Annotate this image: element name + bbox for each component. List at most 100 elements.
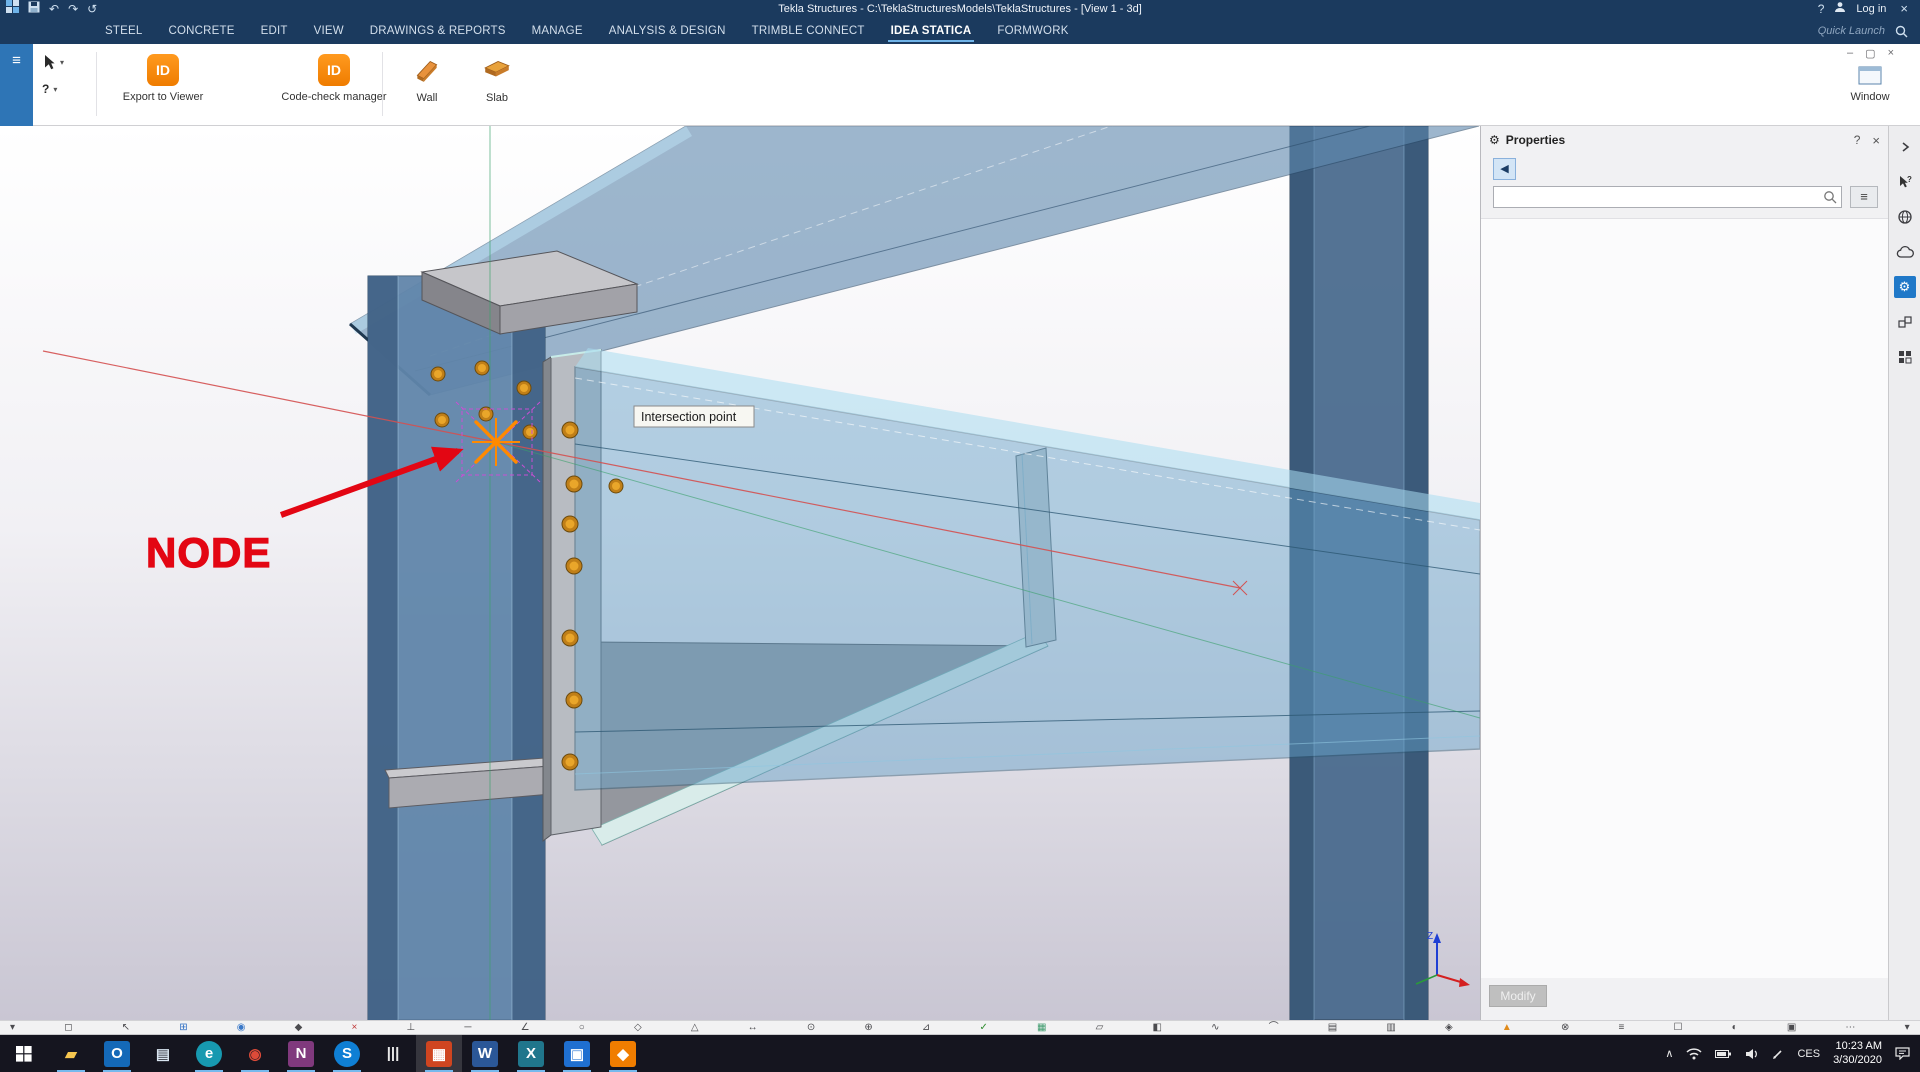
lock-icon[interactable]: ▣: [1787, 1021, 1796, 1034]
search-icon[interactable]: [1895, 25, 1908, 38]
hatch-icon[interactable]: ▤: [1328, 1021, 1337, 1034]
snap-circle-icon[interactable]: ○: [579, 1021, 585, 1034]
search-icon[interactable]: [1823, 190, 1837, 204]
start-button[interactable]: [0, 1035, 48, 1072]
smart-select-icon[interactable]: ✓: [979, 1021, 987, 1034]
dots-icon[interactable]: ⋯: [1845, 1021, 1855, 1034]
component-icon[interactable]: ◈: [1445, 1021, 1453, 1034]
properties-close-icon[interactable]: ×: [1866, 133, 1880, 148]
properties-help-icon[interactable]: ?: [1854, 133, 1861, 147]
wifi-icon[interactable]: [1686, 1047, 1702, 1060]
signal-tool[interactable]: |||: [370, 1035, 416, 1072]
weld-icon[interactable]: ▲: [1502, 1021, 1512, 1034]
media-app[interactable]: ▣: [554, 1035, 600, 1072]
language-indicator[interactable]: CES: [1797, 1048, 1820, 1060]
login-button[interactable]: Log in: [1856, 3, 1886, 15]
checkbox-icon[interactable]: ☐: [1673, 1021, 1682, 1034]
window-button[interactable]: Window: [1838, 64, 1902, 103]
undo-icon[interactable]: ↶: [49, 0, 59, 18]
expand-pane-icon[interactable]: [1894, 136, 1916, 158]
snap-diamond-icon[interactable]: ◇: [634, 1021, 642, 1034]
contrast-icon[interactable]: ◐: [1732, 1021, 1738, 1034]
viewport-3d[interactable]: NODE Intersection point Z: [0, 126, 1480, 1020]
view-plane-icon[interactable]: ◧: [1152, 1021, 1161, 1034]
properties-search-field[interactable]: [1494, 187, 1817, 207]
minimize-view-icon[interactable]: –: [1847, 47, 1853, 60]
chrome-browser[interactable]: ◉: [232, 1035, 278, 1072]
history-icon[interactable]: ↺: [87, 0, 97, 18]
idea-statica[interactable]: ◆: [600, 1035, 646, 1072]
curve-icon[interactable]: ∿: [1211, 1021, 1219, 1034]
applications-icon[interactable]: [1894, 346, 1916, 368]
close-view-icon[interactable]: ×: [1888, 47, 1894, 60]
redo-icon[interactable]: ↷: [68, 0, 78, 18]
properties-back-button[interactable]: ◀: [1493, 158, 1516, 180]
outlook[interactable]: O: [94, 1035, 140, 1072]
pen-icon[interactable]: [1772, 1048, 1784, 1060]
edge-browser[interactable]: e: [186, 1035, 232, 1072]
snap-line-icon[interactable]: ─: [464, 1021, 471, 1034]
arc-icon[interactable]: ⌒: [1269, 1021, 1279, 1034]
slab-button[interactable]: Slab: [462, 52, 532, 104]
wall-button[interactable]: Wall: [392, 52, 462, 104]
snap-free-icon[interactable]: ⊕: [864, 1021, 872, 1034]
modify-button[interactable]: Modify: [1489, 985, 1547, 1007]
globe-icon[interactable]: [1894, 206, 1916, 228]
tab-analysis-design[interactable]: ANALYSIS & DESIGN: [596, 18, 739, 44]
action-center-icon[interactable]: [1895, 1047, 1910, 1060]
tab-idea-statica[interactable]: IDEA STATICA: [878, 18, 985, 44]
main-menu-button[interactable]: ≡: [0, 44, 33, 126]
floppy-app[interactable]: ▤: [140, 1035, 186, 1072]
tray-chevron-up-icon[interactable]: ∧: [1665, 1047, 1673, 1060]
help-tool-button[interactable]: ? ▾: [42, 82, 88, 96]
tab-manage[interactable]: MANAGE: [519, 18, 596, 44]
skype[interactable]: S: [324, 1035, 370, 1072]
ortho-toggle-icon[interactable]: ⊿: [922, 1021, 930, 1034]
volume-icon[interactable]: [1745, 1048, 1759, 1060]
tab-trimble-connect[interactable]: TRIMBLE CONNECT: [739, 18, 878, 44]
file-explorer[interactable]: ▰: [48, 1035, 94, 1072]
select-tool-button[interactable]: ▾: [42, 54, 88, 70]
help-icon[interactable]: ?: [1818, 0, 1825, 18]
context-help-icon[interactable]: ?: [1894, 171, 1916, 193]
node-marker[interactable]: [472, 418, 520, 466]
tekla-structures[interactable]: ▦: [416, 1035, 462, 1072]
cloud-icon[interactable]: [1894, 241, 1916, 263]
save-icon[interactable]: [28, 0, 40, 18]
close-window-icon[interactable]: ×: [1896, 0, 1912, 18]
battery-icon[interactable]: [1715, 1049, 1732, 1059]
grid-display-icon[interactable]: ▦: [1037, 1021, 1046, 1034]
word[interactable]: W: [462, 1035, 508, 1072]
tab-drawings-reports[interactable]: DRAWINGS & REPORTS: [357, 18, 519, 44]
snap-grid-icon[interactable]: ⊞: [179, 1021, 187, 1034]
tab-steel[interactable]: STEEL: [92, 18, 155, 44]
code-check-manager-button[interactable]: ID Code-check manager: [268, 52, 400, 103]
snap-points-icon[interactable]: ◉: [237, 1021, 246, 1034]
snap-midpoint-icon[interactable]: ◆: [295, 1021, 303, 1034]
properties-menu-button[interactable]: ≡: [1850, 186, 1878, 208]
selection-area-icon[interactable]: ◻: [64, 1021, 72, 1034]
selection-mode-dropdown[interactable]: ▾: [10, 1021, 15, 1034]
tab-edit[interactable]: EDIT: [248, 18, 301, 44]
tab-view[interactable]: VIEW: [301, 18, 357, 44]
snap-extension-icon[interactable]: ↔: [748, 1021, 758, 1034]
tab-formwork[interactable]: FORMWORK: [984, 18, 1081, 44]
properties-pane-icon[interactable]: ⚙: [1894, 276, 1916, 298]
taskbar-clock[interactable]: 10:23 AM 3/30/2020: [1833, 1040, 1882, 1066]
properties-search-input[interactable]: [1493, 186, 1842, 208]
snap-perpendicular-icon[interactable]: ⊥: [407, 1021, 416, 1034]
bolt-snap-icon[interactable]: ⊗: [1561, 1021, 1569, 1034]
snap-angle-icon[interactable]: ∠: [521, 1021, 530, 1034]
restore-view-icon[interactable]: ▢: [1865, 47, 1875, 60]
snap-triangle-icon[interactable]: △: [691, 1021, 699, 1034]
office-app-2020[interactable]: X: [508, 1035, 554, 1072]
tab-concrete[interactable]: CONCRETE: [155, 18, 247, 44]
measure-icon[interactable]: ≡: [1618, 1021, 1624, 1034]
export-to-viewer-button[interactable]: ID Export to Viewer: [103, 52, 223, 103]
work-plane-icon[interactable]: ▱: [1096, 1021, 1104, 1034]
components-catalog-icon[interactable]: [1894, 311, 1916, 333]
user-icon[interactable]: [1834, 0, 1846, 18]
snap-nearest-icon[interactable]: ⊙: [807, 1021, 815, 1034]
more-dropdown[interactable]: ▾: [1905, 1021, 1910, 1034]
layer-icon[interactable]: ▥: [1386, 1021, 1395, 1034]
